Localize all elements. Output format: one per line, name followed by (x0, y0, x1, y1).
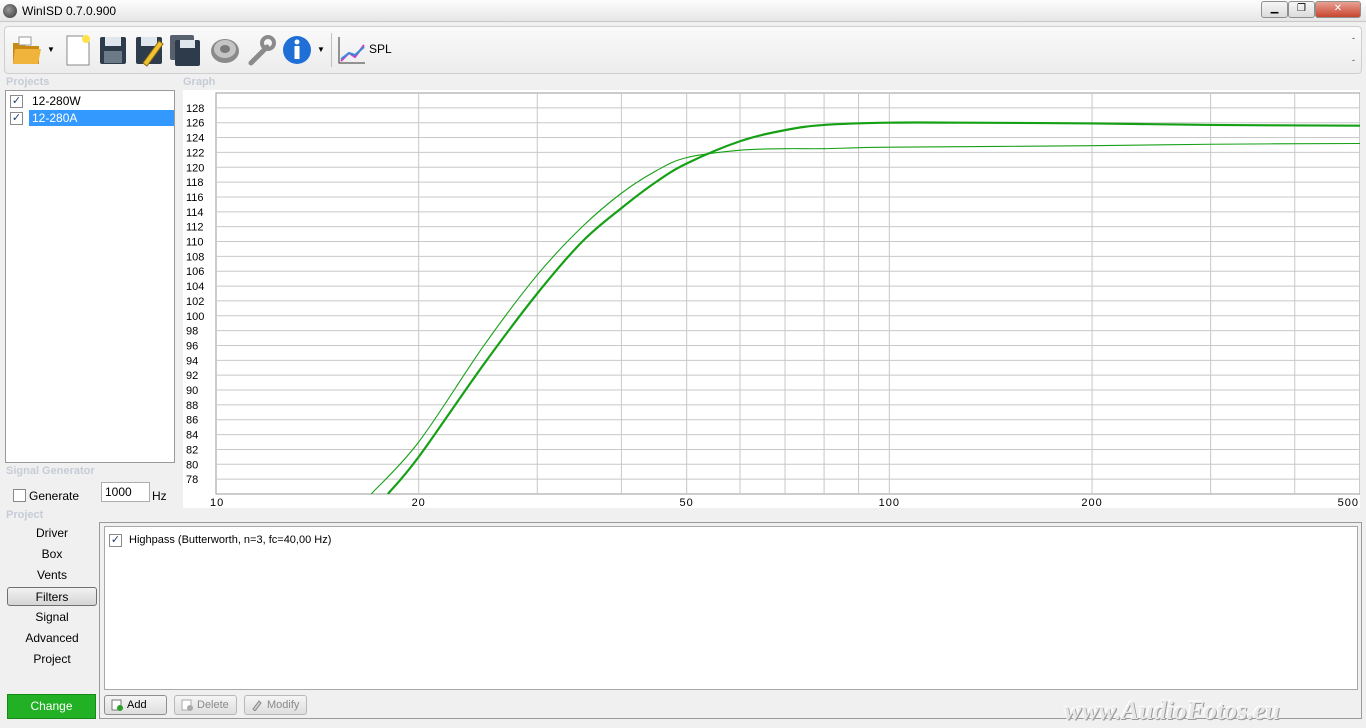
y-tick-label: 124 (186, 133, 204, 145)
x-tick-label: 20 (412, 497, 426, 508)
x-tick-label: 10 (210, 497, 224, 508)
y-tick-label: 116 (186, 192, 204, 204)
y-tick-label: 118 (186, 177, 204, 189)
toolbar-overflow-top[interactable]: - (1352, 33, 1355, 43)
filters-list[interactable]: ✓ Highpass (Butterworth, n=3, fc=40,00 H… (104, 526, 1358, 690)
y-tick-label: 94 (186, 355, 198, 367)
open-icon[interactable] (11, 33, 43, 67)
projects-section-label: Projects (6, 76, 50, 88)
filter-label[interactable]: Highpass (Butterworth, n=3, fc=40,00 Hz) (129, 534, 331, 546)
delete-filter-button[interactable]: Delete (174, 695, 237, 715)
y-tick-label: 114 (186, 207, 204, 219)
y-tick-label: 128 (186, 103, 204, 115)
y-tick-label: 96 (186, 340, 198, 352)
signal-generator-section-label: Signal Generator (6, 465, 95, 477)
spl-chart: 78 80 82 84 86 88 90 92 94 96 98 100 102 104 106 108 110… (186, 92, 1360, 508)
filter-checkbox[interactable]: ✓ (109, 534, 122, 547)
minimize-button[interactable]: ▁ (1261, 1, 1288, 18)
project-item[interactable]: ✓ 12-280W (9, 93, 174, 109)
nav-advanced[interactable]: Advanced (7, 629, 97, 648)
nav-driver[interactable]: Driver (7, 524, 97, 543)
y-tick-label: 122 (186, 147, 204, 159)
nav-filters[interactable]: Filters (7, 587, 97, 606)
modify-label: Modify (267, 699, 300, 711)
graph-type-label[interactable]: SPL (369, 42, 392, 56)
toolbar: ▼ ▼ SPL - - (4, 26, 1362, 74)
add-label: Add (127, 699, 147, 711)
save-icon[interactable] (97, 33, 129, 67)
tools-icon[interactable] (245, 33, 277, 67)
close-button[interactable]: ✕ (1315, 1, 1361, 18)
y-tick-label: 92 (186, 370, 198, 382)
info-icon[interactable] (281, 33, 313, 67)
project-name[interactable]: 12-280A (29, 110, 174, 126)
maximize-button[interactable]: ❐ (1288, 1, 1315, 18)
add-filter-button[interactable]: Add (104, 695, 167, 715)
generate-label[interactable]: Generate (29, 489, 79, 503)
delete-label: Delete (197, 699, 229, 711)
toolbar-separator (331, 33, 332, 67)
y-tick-label: 110 (186, 237, 204, 249)
project-section-label: Project (6, 509, 44, 521)
add-icon (111, 699, 123, 711)
y-tick-label: 84 (186, 430, 198, 442)
new-icon[interactable] (61, 33, 93, 67)
y-tick-label: 80 (186, 459, 198, 471)
x-tick-label: 100 (879, 497, 900, 508)
x-tick-label: 200 (1081, 497, 1102, 508)
y-tick-label: 90 (186, 385, 198, 397)
y-tick-label: 102 (186, 296, 204, 308)
window-title: WinISD 0.7.0.900 (22, 4, 117, 18)
y-tick-label: 98 (186, 326, 198, 338)
y-tick-label: 100 (186, 311, 204, 323)
spl-graph-icon[interactable] (335, 33, 367, 67)
y-tick-label: 78 (186, 474, 198, 486)
y-tick-label: 108 (186, 251, 204, 263)
frequency-unit: Hz (152, 489, 167, 503)
project-name[interactable]: 12-280W (29, 93, 84, 109)
y-tick-label: 104 (186, 281, 204, 293)
toolbar-overflow-bottom[interactable]: - (1352, 55, 1355, 65)
x-tick-label: 500 (1338, 497, 1359, 508)
watermark: www.AudioFotos.eu (1064, 696, 1280, 725)
save-as-icon[interactable] (133, 33, 165, 67)
nav-project[interactable]: Project (7, 650, 97, 669)
y-tick-label: 86 (186, 415, 198, 427)
driver-icon[interactable] (209, 33, 241, 67)
projects-list[interactable]: ✓ 12-280W ✓ 12-280A (5, 90, 175, 463)
y-tick-label: 88 (186, 400, 198, 412)
modify-filter-button[interactable]: Modify (244, 695, 307, 715)
x-tick-label: 50 (680, 497, 694, 508)
y-tick-label: 112 (186, 222, 204, 234)
nav-vents[interactable]: Vents (7, 566, 97, 585)
y-tick-label: 106 (186, 266, 204, 278)
info-dropdown-icon[interactable]: ▼ (317, 45, 325, 54)
plot-area (215, 92, 1360, 495)
app-icon (3, 4, 17, 18)
title-bar: WinISD 0.7.0.900 ▁ ❐ ✕ (0, 0, 1366, 22)
nav-box[interactable]: Box (7, 545, 97, 564)
filters-panel: ✓ Highpass (Butterworth, n=3, fc=40,00 H… (99, 522, 1362, 719)
y-tick-label: 82 (186, 444, 198, 456)
nav-signal[interactable]: Signal (7, 608, 97, 627)
delete-icon (181, 699, 193, 711)
graph-section-label: Graph (183, 76, 216, 88)
project-item[interactable]: ✓ 12-280A (9, 110, 174, 126)
spl-graph[interactable]: 78 80 82 84 86 88 90 92 94 96 98 100 102 104 106 108 110… (183, 90, 1360, 508)
modify-icon (252, 700, 262, 711)
open-dropdown-icon[interactable]: ▼ (47, 45, 55, 54)
project-checkbox[interactable]: ✓ (10, 112, 23, 125)
y-tick-label: 120 (186, 162, 204, 174)
generate-checkbox[interactable] (13, 489, 26, 502)
frequency-input[interactable]: 1000 (101, 482, 150, 502)
change-button[interactable]: Change (7, 694, 96, 719)
filter-item[interactable]: ✓ Highpass (Butterworth, n=3, fc=40,00 H… (109, 533, 509, 549)
y-tick-label: 126 (186, 118, 204, 130)
project-checkbox[interactable]: ✓ (10, 95, 23, 108)
save-all-icon[interactable] (169, 33, 201, 67)
